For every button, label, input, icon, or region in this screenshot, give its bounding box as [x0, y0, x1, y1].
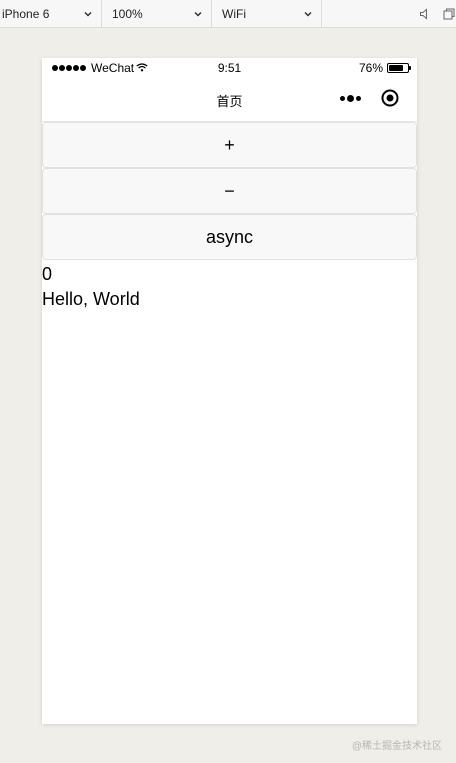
device-select[interactable]: iPhone 6 [0, 0, 102, 28]
device-select-label: iPhone 6 [2, 6, 50, 21]
status-bar: WeChat 9:51 76% [42, 58, 417, 78]
increment-button[interactable]: + [42, 122, 417, 168]
more-options-icon[interactable] [340, 94, 361, 102]
decrement-button[interactable]: − [42, 168, 417, 214]
simulator-toolbar: iPhone 6 100% WiFi [0, 0, 456, 28]
zoom-select-label: 100% [112, 6, 143, 21]
battery-percent: 76% [358, 61, 383, 75]
chevron-down-icon [193, 9, 203, 19]
greeting-text: Hello, World [42, 289, 140, 309]
counter-value: 0 [42, 264, 53, 284]
status-battery: 76% [358, 61, 411, 75]
zoom-select[interactable]: 100% [102, 0, 212, 28]
watermark: @稀土掘金技术社区 [351, 741, 442, 752]
toolbar-icons [418, 7, 456, 21]
window-icon[interactable] [442, 7, 456, 21]
speaker-icon[interactable] [418, 7, 432, 21]
close-miniprogram-icon[interactable] [381, 89, 399, 107]
navigation-bar: 首页 [42, 78, 417, 122]
async-button[interactable]: async [42, 214, 417, 260]
battery-icon [387, 63, 411, 73]
phone-preview: WeChat 9:51 76% 首页 + − async 0 Hello, Wo… [42, 58, 417, 724]
chevron-down-icon [83, 9, 93, 19]
menu-capsule [340, 89, 399, 107]
chevron-down-icon [303, 9, 313, 19]
network-select[interactable]: WiFi [212, 0, 322, 28]
network-select-label: WiFi [222, 6, 246, 21]
